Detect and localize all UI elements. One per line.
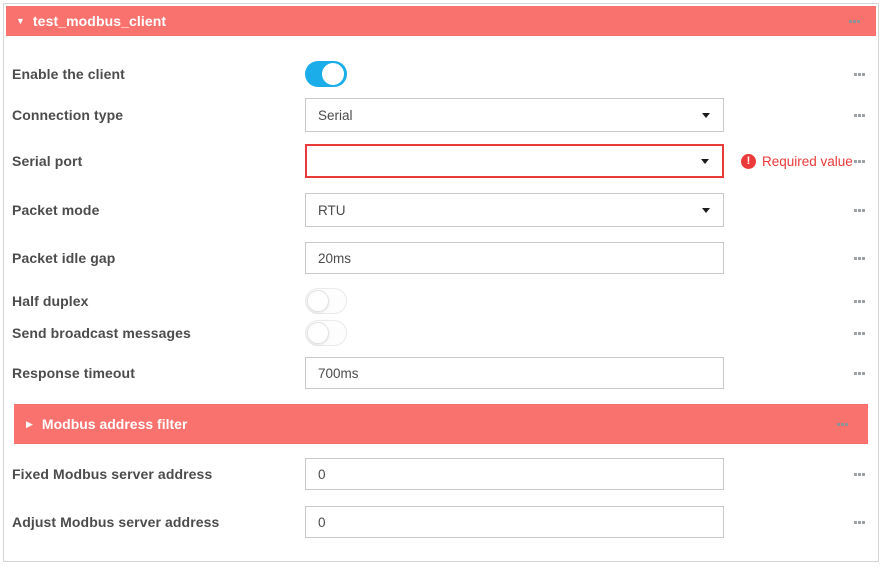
response-timeout-label: Response timeout	[12, 365, 305, 381]
ellipsis-menu-icon[interactable]	[854, 521, 865, 524]
half-duplex-label: Half duplex	[12, 293, 305, 309]
modbus-client-panel: ▼ test_modbus_client Enable the client C…	[3, 3, 879, 562]
row-packet-mode: Packet mode RTU	[4, 193, 878, 227]
toggle-knob	[307, 290, 329, 312]
row-adjust-modbus-address: Adjust Modbus server address	[4, 506, 878, 538]
ellipsis-menu-icon[interactable]	[849, 20, 860, 23]
adjust-modbus-address-input[interactable]	[305, 506, 724, 538]
toggle-knob	[322, 63, 344, 85]
response-timeout-input[interactable]	[305, 357, 724, 389]
ellipsis-menu-icon[interactable]	[854, 160, 865, 163]
connection-type-label: Connection type	[12, 107, 305, 123]
fixed-modbus-address-input[interactable]	[305, 458, 724, 490]
ellipsis-menu-icon[interactable]	[854, 372, 865, 375]
packet-idle-gap-input[interactable]	[305, 242, 724, 274]
fixed-modbus-address-label: Fixed Modbus server address	[12, 466, 305, 482]
row-send-broadcast: Send broadcast messages	[4, 320, 878, 346]
panel-title: test_modbus_client	[33, 13, 166, 29]
subsection-header-modbus-address-filter[interactable]: ▶ Modbus address filter	[14, 404, 868, 444]
ellipsis-menu-icon[interactable]	[854, 209, 865, 212]
adjust-modbus-address-label: Adjust Modbus server address	[12, 514, 305, 530]
ellipsis-menu-icon[interactable]	[854, 332, 865, 335]
row-serial-port: Serial port ! Required value	[4, 144, 878, 178]
row-enable-client: Enable the client	[4, 60, 878, 88]
row-connection-type: Connection type Serial	[4, 98, 878, 132]
packet-mode-select[interactable]: RTU	[305, 193, 724, 227]
ellipsis-menu-icon[interactable]	[854, 257, 865, 260]
row-packet-idle-gap: Packet idle gap	[4, 242, 878, 274]
ellipsis-menu-icon[interactable]	[854, 73, 865, 76]
ellipsis-menu-icon[interactable]	[854, 300, 865, 303]
caret-down-icon	[701, 159, 709, 164]
row-half-duplex: Half duplex	[4, 288, 878, 314]
caret-down-icon	[702, 113, 710, 118]
half-duplex-toggle[interactable]	[305, 288, 347, 314]
caret-down-icon	[702, 208, 710, 213]
panel-header[interactable]: ▼ test_modbus_client	[6, 6, 876, 36]
row-response-timeout: Response timeout	[4, 357, 878, 389]
packet-mode-label: Packet mode	[12, 202, 305, 218]
validation-error: ! Required value	[741, 154, 853, 169]
send-broadcast-label: Send broadcast messages	[12, 325, 305, 341]
enable-client-toggle[interactable]	[305, 61, 347, 87]
toggle-knob	[307, 322, 329, 344]
serial-port-select[interactable]	[305, 144, 724, 178]
expand-icon: ▶	[26, 420, 33, 429]
ellipsis-menu-icon[interactable]	[837, 423, 848, 426]
subsection-title: Modbus address filter	[42, 416, 187, 432]
connection-type-select[interactable]: Serial	[305, 98, 724, 132]
packet-idle-gap-label: Packet idle gap	[12, 250, 305, 266]
collapse-icon: ▼	[16, 17, 25, 26]
select-value: RTU	[318, 203, 346, 218]
error-text: Required value	[762, 154, 853, 169]
enable-client-label: Enable the client	[12, 66, 305, 82]
select-value: Serial	[318, 108, 353, 123]
send-broadcast-toggle[interactable]	[305, 320, 347, 346]
row-fixed-modbus-address: Fixed Modbus server address	[4, 458, 878, 490]
ellipsis-menu-icon[interactable]	[854, 473, 865, 476]
error-icon: !	[741, 154, 756, 169]
ellipsis-menu-icon[interactable]	[854, 114, 865, 117]
serial-port-label: Serial port	[12, 153, 305, 169]
